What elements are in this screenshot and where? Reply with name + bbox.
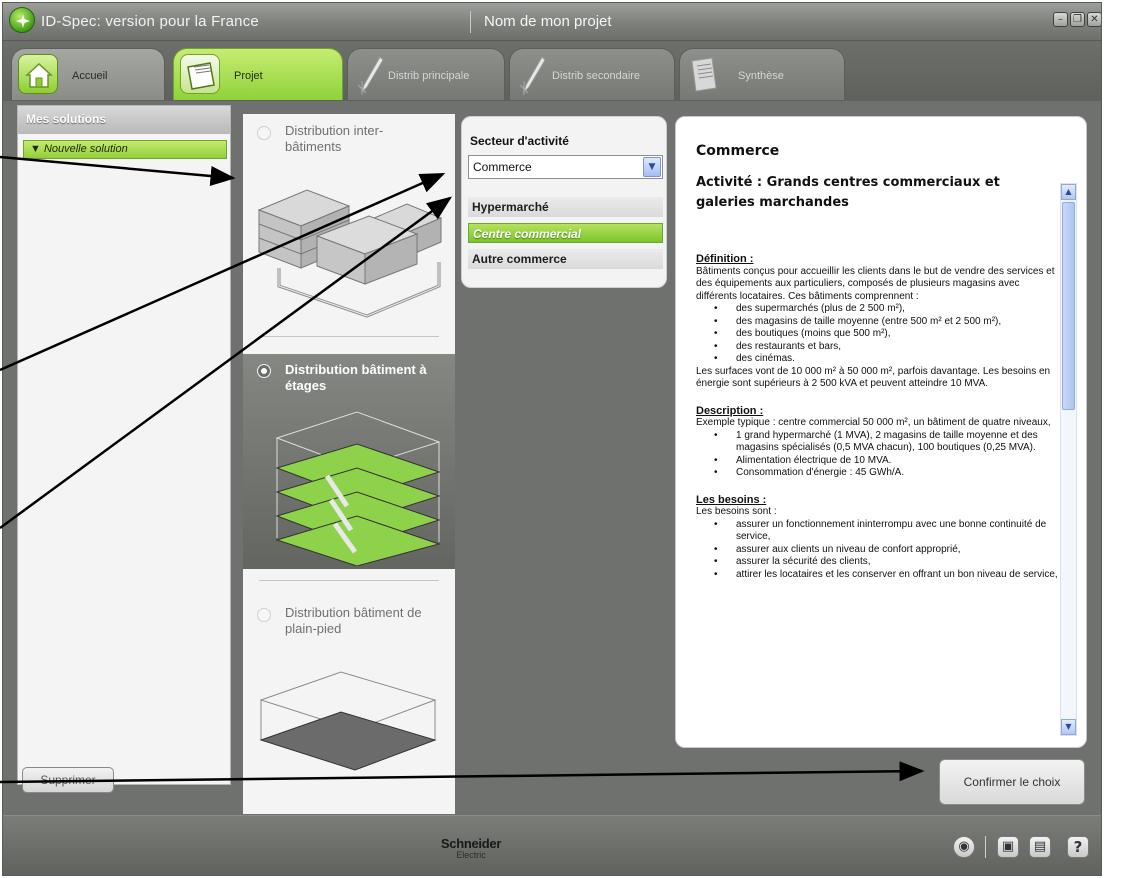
single-storey-illustration [259, 671, 437, 771]
list-item: des magasins de taille moyenne (entre 50… [714, 316, 1059, 329]
tab-label: Projet [234, 70, 263, 82]
inter-buildings-illustration [257, 189, 443, 318]
besoins-list: assurer un fonctionnement ininterrompu a… [696, 519, 1059, 582]
distribution-option-plain-pied[interactable]: Distribution bâtiment de plain-pied [243, 594, 455, 814]
minimize-icon[interactable]: – [1053, 12, 1068, 27]
footer-bar: Schneider Electric ◉ ▣ ▤ ? [3, 815, 1101, 875]
list-item: des restaurants et bars, [714, 341, 1059, 354]
tab-synthese[interactable]: Synthèse [679, 48, 845, 100]
save-icon[interactable]: ▣ [997, 836, 1019, 858]
home-icon [18, 54, 58, 94]
app-window: ID-Spec: version pour la France Nom de m… [2, 2, 1102, 876]
tab-label: Distrib principale [388, 70, 470, 82]
tab-projet[interactable]: Projet [173, 48, 343, 100]
distribution-option-etages[interactable]: Distribution bâtiment à étages [243, 354, 455, 569]
secteur-item-centre-commercial[interactable]: Centre commercial [468, 223, 663, 243]
description-subheading: Description : [696, 404, 764, 417]
list-item: assurer aux clients un niveau de confort… [714, 544, 1059, 557]
list-item: 1 grand hypermarché (1 MVA), 2 magasins … [714, 430, 1059, 455]
besoins-text: Les besoins sont : [696, 506, 777, 517]
surfaces-text: Les surfaces vont de 10 000 m² à 50 000 … [696, 365, 1051, 390]
distribution-panel: Distribution inter-bâtiments Distributio… [243, 114, 455, 814]
description-panel: Commerce Activité : Grands centres comme… [675, 116, 1087, 748]
solution-item[interactable]: ▼ Nouvelle solution [23, 140, 227, 159]
list-item: des boutiques (moins que 500 m²), [714, 328, 1059, 341]
option-title: Distribution inter-bâtiments [285, 123, 384, 154]
folder-icon [180, 54, 220, 94]
divider [259, 580, 439, 581]
radio-button[interactable] [257, 364, 271, 378]
secteur-select[interactable]: Commerce ▼ [468, 155, 663, 179]
option-title: Distribution bâtiment de plain-pied [285, 605, 422, 636]
distribution-option-inter-batiments[interactable]: Distribution inter-bâtiments [243, 114, 455, 334]
secteur-item-hypermarche[interactable]: Hypermarché [468, 197, 663, 217]
brand-name: Schneider [440, 836, 502, 851]
list-item: assurer la sécurité des clients, [714, 556, 1059, 569]
scroll-down-icon[interactable]: ▼ [1061, 719, 1076, 735]
tab-distrib-principale[interactable]: Distrib principale [347, 48, 505, 100]
app-logo-icon [9, 7, 35, 33]
definition-text: Bâtiments conçus pour accueillir les cli… [696, 265, 1055, 302]
list-item: des cinémas. [714, 353, 1059, 366]
schneider-electric-logo: Schneider Electric [431, 836, 511, 860]
secteur-title: Secteur d'activité [470, 134, 569, 148]
description-scrollbar[interactable]: ▲ ▼ [1060, 183, 1077, 736]
list-item: Alimentation électrique de 10 MVA. [714, 455, 1059, 468]
app-title: ID-Spec: version pour la France [41, 13, 259, 30]
confirm-choice-button[interactable]: Confirmer le choix [939, 759, 1085, 805]
definition-list: des supermarchés (plus de 2 500 m²), des… [696, 303, 1059, 366]
tab-bar: Accueil Projet Distrib principale Distri… [3, 41, 1101, 101]
radio-button[interactable] [257, 608, 271, 622]
besoins-heading: Les besoins : [696, 493, 767, 506]
description-heading: Commerce [696, 143, 780, 159]
close-icon[interactable]: ✕ [1087, 12, 1101, 27]
description-text: Exemple typique : centre commercial 50 0… [696, 417, 1051, 428]
secteur-item-autre-commerce[interactable]: Autre commerce [468, 249, 663, 269]
tab-label: Distrib secondaire [552, 70, 641, 82]
list-item: Consommation d'énergie : 45 GWh/A. [714, 467, 1059, 480]
scroll-thumb[interactable] [1062, 202, 1075, 410]
multi-storey-illustration [275, 411, 441, 566]
project-name: Nom de mon projet [484, 13, 612, 30]
brand-sub: Electric [456, 850, 486, 860]
divider [259, 336, 439, 337]
definition-heading: Définition : [696, 253, 754, 265]
list-item: attirer les locataires et les conserver … [714, 569, 1059, 582]
description-body: Définition : Bâtiments conçus pour accue… [696, 253, 1059, 581]
description-list: 1 grand hypermarché (1 MVA), 2 magasins … [696, 430, 1059, 480]
pen-icon [519, 56, 546, 95]
list-item: assurer un fonctionnement ininterrompu a… [714, 519, 1059, 544]
activity-title: Activité : Grands centres commerciaux et… [696, 175, 1000, 210]
secteur-panel: Secteur d'activité Commerce ▼ Hypermarch… [461, 116, 667, 288]
tab-distrib-secondaire[interactable]: Distrib secondaire [509, 48, 675, 100]
tab-label: Accueil [72, 70, 108, 82]
sidebar-header: Mes solutions [18, 106, 230, 134]
eye-icon[interactable]: ◉ [953, 836, 975, 858]
option-title: Distribution bâtiment à étages [285, 362, 427, 393]
solutions-sidebar: Mes solutions ▼ Nouvelle solution [17, 105, 231, 785]
scroll-up-icon[interactable]: ▲ [1061, 184, 1076, 200]
restore-icon[interactable]: ❐ [1070, 12, 1085, 27]
tab-label: Synthèse [738, 70, 784, 82]
secteur-select-value: Commerce [473, 160, 532, 174]
title-bar: ID-Spec: version pour la France Nom de m… [3, 3, 1101, 41]
delete-button[interactable]: Supprimer [22, 767, 114, 793]
title-separator [470, 11, 471, 33]
help-icon[interactable]: ? [1067, 836, 1089, 858]
notepad-icon [691, 57, 717, 92]
radio-button[interactable] [257, 126, 271, 140]
footer-separator [985, 836, 986, 858]
pen-icon [357, 56, 384, 95]
chevron-down-icon[interactable]: ▼ [643, 157, 661, 177]
list-item: des supermarchés (plus de 2 500 m²), [714, 303, 1059, 316]
tab-accueil[interactable]: Accueil [11, 48, 165, 100]
print-icon[interactable]: ▤ [1029, 836, 1051, 858]
